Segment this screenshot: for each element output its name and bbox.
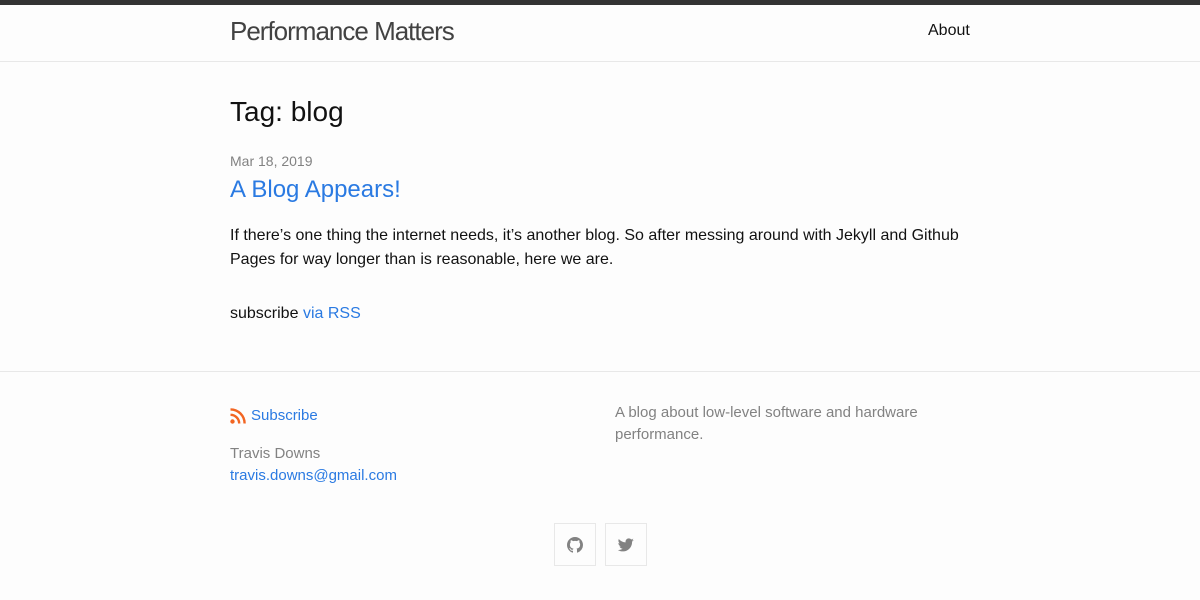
rss-icon [230, 407, 246, 424]
rss-link[interactable]: via RSS [303, 305, 361, 322]
site-header: Performance Matters About [0, 5, 1200, 62]
author-email-link[interactable]: travis.downs@gmail.com [230, 467, 397, 484]
site-footer: Subscribe Travis Downs travis.downs@gmai… [0, 371, 1200, 600]
post-title-link[interactable]: A Blog Appears! [230, 176, 401, 204]
author-name: Travis Downs [230, 445, 321, 462]
github-button[interactable] [554, 523, 596, 566]
github-icon [567, 536, 583, 553]
rss-prefix-text: subscribe [230, 305, 299, 322]
site-description: A blog about low-level software and hard… [615, 404, 918, 443]
nav-about-link[interactable]: About [928, 22, 970, 40]
footer-subscribe-label: Subscribe [251, 407, 318, 424]
twitter-icon [618, 537, 634, 551]
site-title-link[interactable]: Performance Matters [230, 16, 455, 47]
post-excerpt: If there’s one thing the internet needs,… [230, 227, 959, 268]
footer-subscribe-link[interactable]: Subscribe [230, 407, 318, 424]
rss-subscribe-line: subscribe via RSS [230, 305, 361, 323]
twitter-button[interactable] [605, 523, 647, 566]
post-date: Mar 18, 2019 [230, 153, 313, 169]
page-title: Tag: blog [230, 96, 344, 127]
